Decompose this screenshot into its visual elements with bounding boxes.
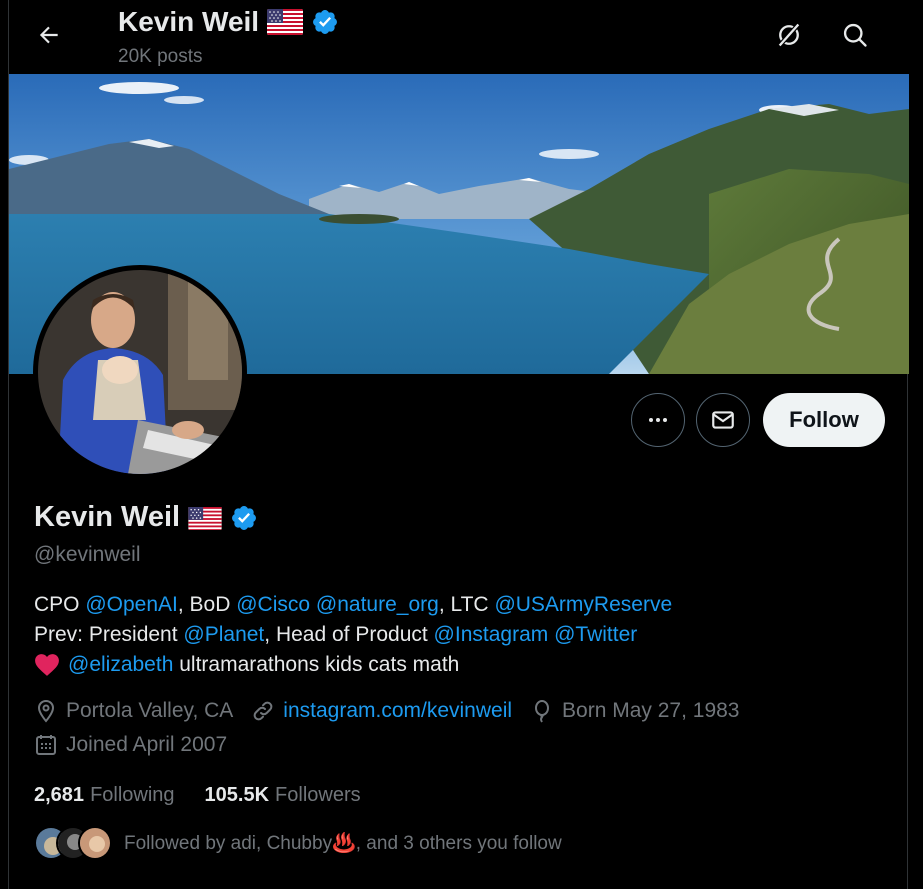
search-button[interactable]	[837, 17, 873, 53]
avatar-photo	[38, 270, 242, 474]
grok-icon	[777, 22, 801, 48]
profile-meta-row: Joined April 2007	[34, 733, 245, 757]
followed-by-suffix: , and 3 others you follow	[355, 833, 562, 854]
birthday: Born May 27, 1983	[530, 699, 740, 723]
following-label: Following	[90, 784, 175, 806]
us-flag-icon	[267, 9, 304, 35]
link-icon	[253, 701, 273, 721]
top-header: Kevin Weil 20K posts	[9, 0, 909, 74]
profile-bio: CPO @OpenAI, BoD @Cisco @nature_org, LTC…	[34, 590, 672, 680]
mention-link-elizabeth[interactable]: @elizabeth	[68, 650, 173, 680]
followed-by-text[interactable]: Followed by adi, Chubby♨️, and 3 others …	[124, 831, 562, 855]
header-name: Kevin Weil	[118, 6, 260, 37]
mention-link-usarmyreserve[interactable]: @USArmyReserve	[494, 593, 672, 616]
follow-button[interactable]: Follow	[763, 393, 885, 447]
followers-count: 105.5K	[204, 784, 270, 806]
mention-link-cisco[interactable]: @Cisco	[236, 593, 310, 616]
calendar-icon	[36, 735, 56, 755]
followed-by-prefix: Followed by adi, Chubby	[124, 833, 333, 854]
grok-button[interactable]	[771, 17, 807, 53]
website-link[interactable]: instagram.com/kevinweil	[283, 699, 512, 723]
hot-springs-emoji: ♨️	[332, 833, 356, 854]
verified-badge-icon[interactable]	[230, 504, 258, 532]
bio-text: Prev: President	[34, 623, 184, 646]
search-icon	[843, 23, 867, 47]
location-icon	[37, 699, 55, 723]
following-link[interactable]: 2,681 Following	[34, 784, 175, 807]
avatar[interactable]	[33, 265, 247, 479]
follower-avatar	[78, 826, 112, 860]
balloon-icon	[535, 700, 550, 723]
followed-by[interactable]: Followed by adi, Chubby♨️, and 3 others …	[34, 826, 562, 860]
profile-page: Kevin Weil 20K posts Follow Kevin Weil @…	[8, 0, 909, 889]
birthday-text: Born May 27, 1983	[562, 699, 740, 722]
bio-line-3: @elizabeth ultramarathons kids cats math	[34, 650, 672, 680]
followers-link[interactable]: 105.5K Followers	[205, 784, 361, 807]
join-date: Joined April 2007	[34, 733, 227, 757]
joined-text: Joined April 2007	[66, 733, 228, 756]
post-count: 20K posts	[118, 46, 203, 67]
mention-link-twitter[interactable]: @Twitter	[554, 623, 637, 646]
profile-name: Kevin Weil	[34, 501, 258, 534]
bio-text: ultramarathons kids cats math	[173, 653, 460, 676]
mail-icon	[712, 411, 734, 429]
mention-link-instagram[interactable]: @Instagram	[434, 623, 549, 646]
bio-line-1: CPO @OpenAI, BoD @Cisco @nature_org, LTC…	[34, 590, 672, 620]
message-button[interactable]	[696, 393, 750, 447]
bio-text: , Head of Product	[264, 623, 434, 646]
website: instagram.com/kevinweil	[251, 699, 512, 723]
verified-badge-icon[interactable]	[311, 8, 339, 36]
profile-meta-row: Portola Valley, CA instagram.com/kevinwe…	[34, 699, 758, 723]
bio-text: , BoD	[177, 593, 237, 616]
bio-text: , LTC	[438, 593, 495, 616]
bio-line-2: Prev: President @Planet, Head of Product…	[34, 620, 672, 650]
bio-text: CPO	[34, 593, 86, 616]
follower-avatars	[34, 826, 114, 860]
following-count: 2,681	[34, 784, 85, 806]
display-name: Kevin Weil	[34, 501, 181, 533]
profile-handle: @kevinweil	[34, 543, 141, 566]
heart-icon	[35, 654, 59, 676]
header-title: Kevin Weil	[118, 6, 339, 38]
mention-link-openai[interactable]: @OpenAI	[85, 593, 178, 616]
location-text: Portola Valley, CA	[66, 699, 234, 722]
more-icon	[649, 418, 667, 422]
location: Portola Valley, CA	[34, 699, 233, 723]
more-button[interactable]	[631, 393, 685, 447]
mention-link-nature-org[interactable]: @nature_org	[316, 593, 439, 616]
us-flag-icon	[188, 506, 222, 530]
back-button[interactable]	[31, 17, 67, 53]
followers-label: Followers	[275, 784, 361, 806]
follow-stats: 2,681 Following 105.5K Followers	[34, 784, 361, 807]
mention-link-planet[interactable]: @Planet	[183, 623, 264, 646]
back-arrow-icon	[39, 26, 58, 44]
